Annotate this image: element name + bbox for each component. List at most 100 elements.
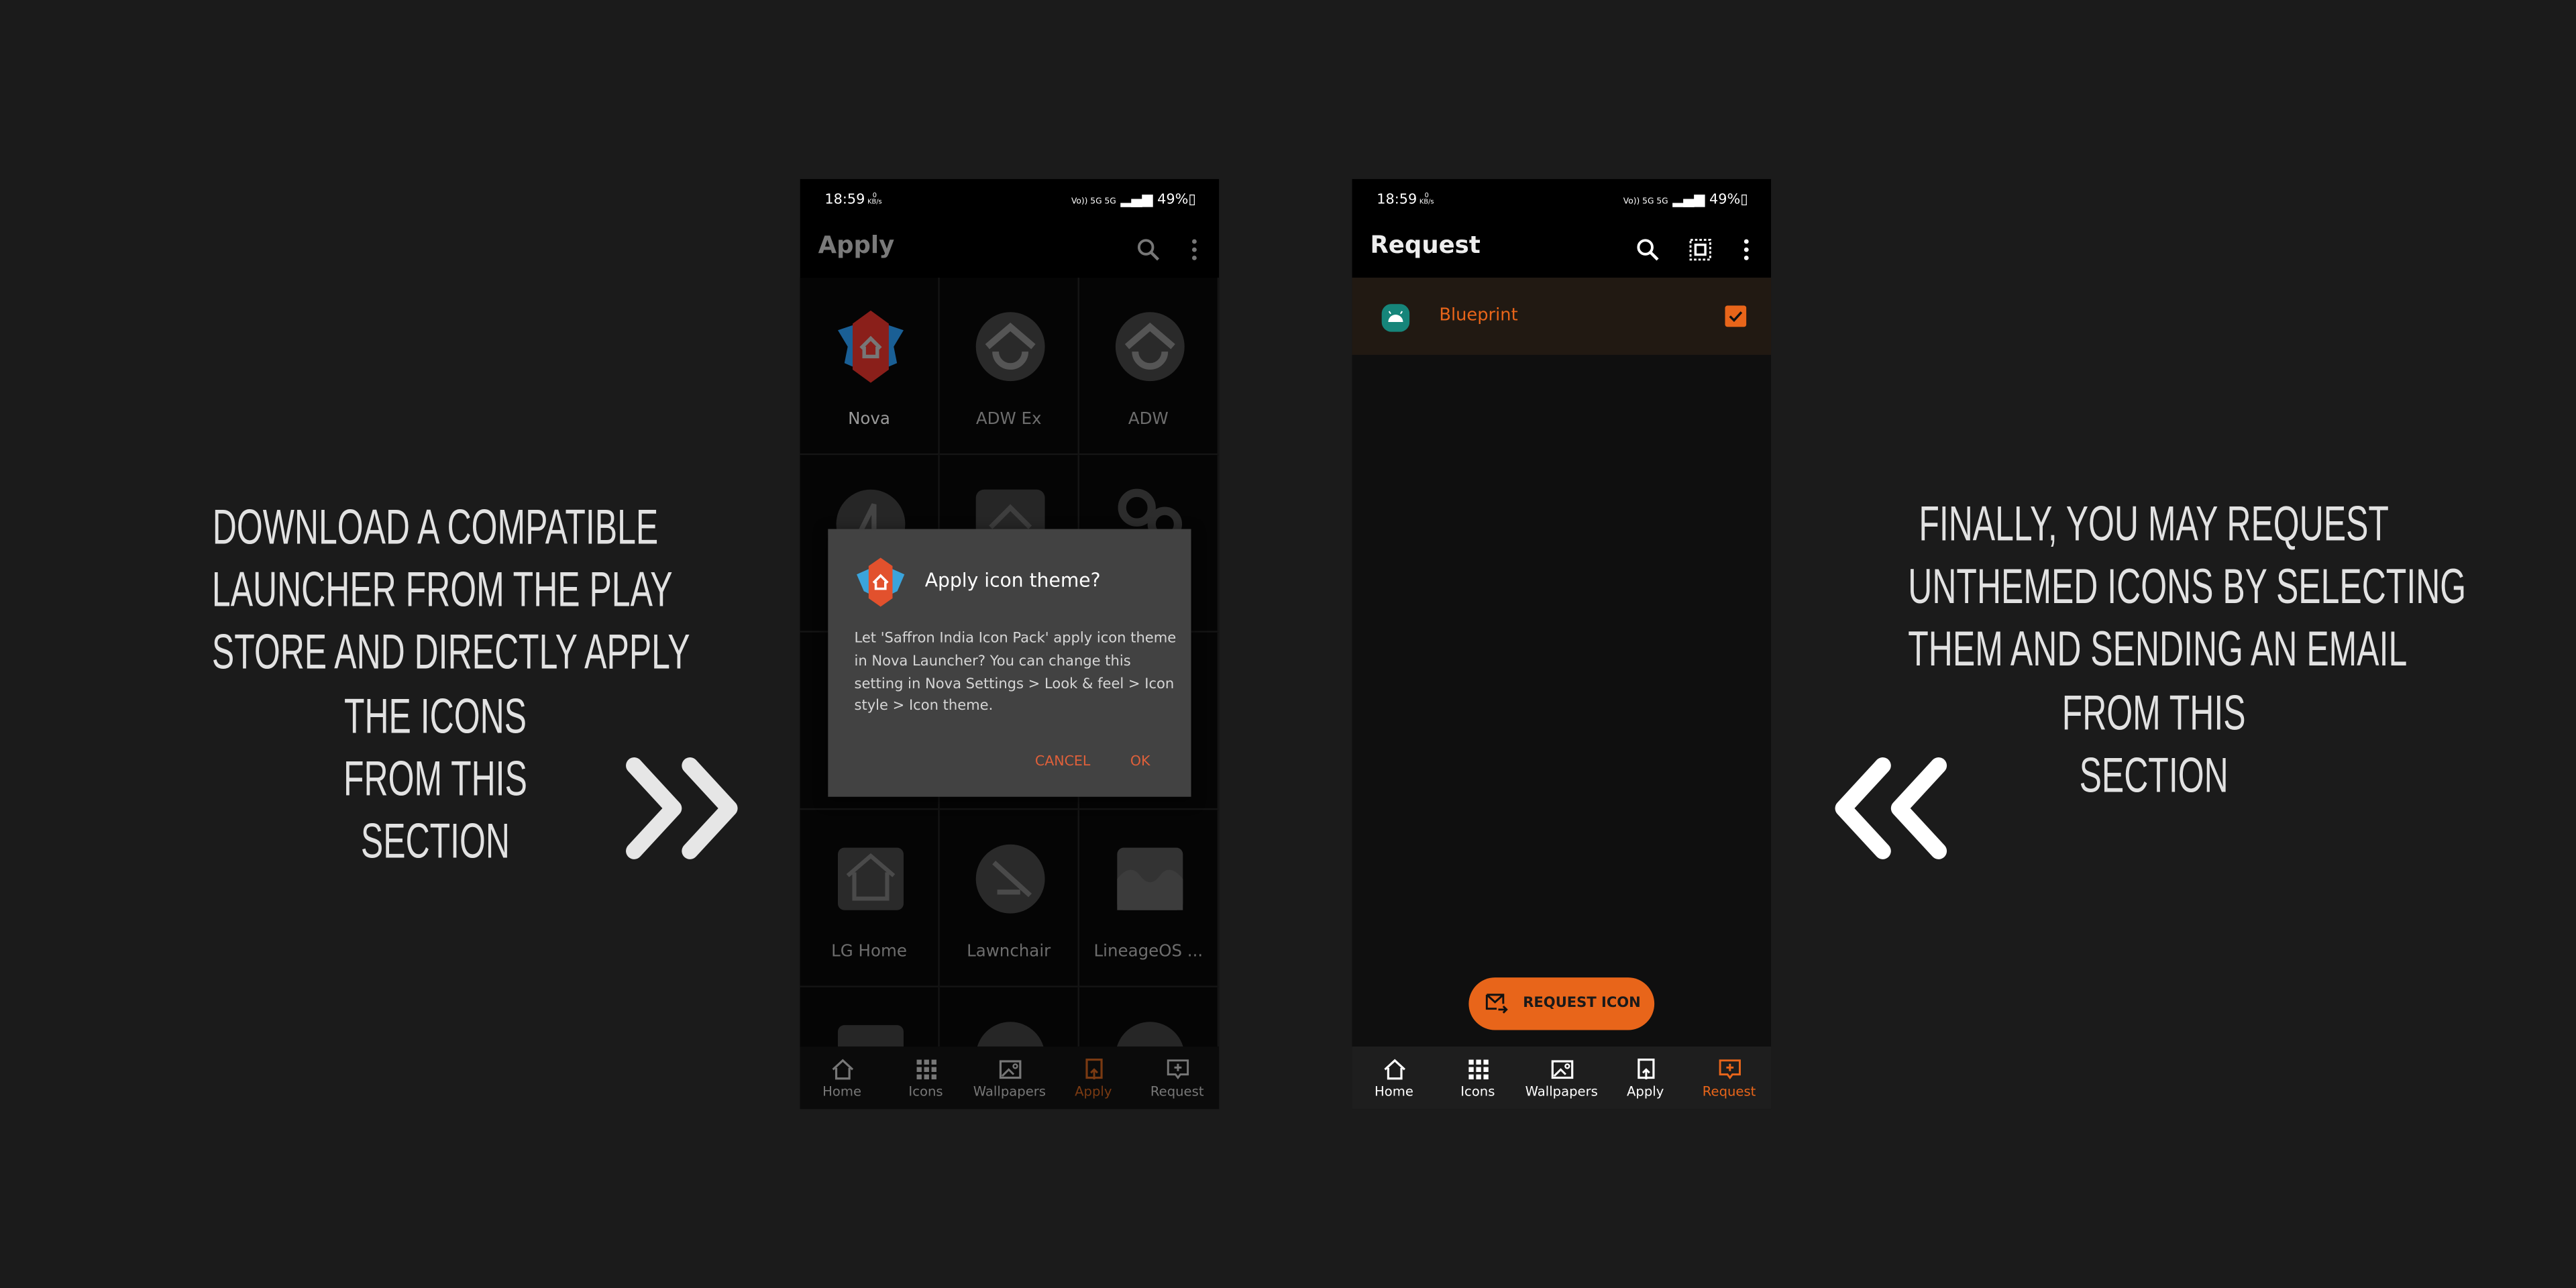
battery-icon: ▯ [1740, 192, 1748, 209]
tab-label: Icons [1460, 1084, 1495, 1099]
caption-line: DOWNLOAD A COMPATIBLE [212, 500, 659, 555]
tab-wallpapers[interactable]: Wallpapers [1519, 1046, 1603, 1109]
tab-label: Request [1150, 1084, 1204, 1099]
caption-line: FROM THIS [343, 752, 527, 806]
caption-line: FINALLY, YOU MAY REQUEST [1919, 498, 2389, 552]
tab-label: Apply [1627, 1084, 1664, 1099]
request-icon-button[interactable]: REQUEST ICON [1468, 977, 1655, 1030]
app-name: Blueprint [1439, 305, 1518, 325]
launcher-label: LG Home [831, 943, 907, 961]
launcher-lineageos[interactable]: LineageOS ... [1079, 810, 1220, 987]
grid-icon [1468, 1059, 1489, 1079]
double-chevron-right-icon [626, 757, 738, 859]
tab-icons[interactable]: Icons [884, 1046, 968, 1109]
request-icon [1167, 1059, 1189, 1079]
launcher-label: Nova [848, 411, 890, 429]
network-indicator: Vo)) 5G 5G [1623, 197, 1668, 207]
status-bar: 18:59 0 KB/s Vo)) 5G 5G ▂▄▆ 49%▯ [800, 179, 1219, 222]
tab-label: Home [822, 1084, 862, 1099]
caption-line: THEM AND SENDING AN EMAIL [1908, 623, 2408, 678]
tab-label: Request [1702, 1084, 1756, 1099]
email-send-icon [1485, 994, 1508, 1014]
tab-home[interactable]: Home [800, 1046, 884, 1109]
image-icon [999, 1060, 1022, 1079]
launcher-nova[interactable]: Nova [800, 277, 940, 455]
tab-wallpapers[interactable]: Wallpapers [967, 1046, 1051, 1109]
nova-launcher-icon [857, 557, 905, 607]
search-icon[interactable] [1635, 237, 1661, 263]
launcher-lawnchair[interactable]: Lawnchair [939, 810, 1079, 987]
app-bar: Apply [800, 222, 1219, 278]
app-bar: Request [1352, 222, 1771, 278]
launcher-adw[interactable]: ADW [1079, 277, 1220, 455]
checkbox-checked[interactable] [1725, 305, 1747, 327]
adw-ex-icon [975, 312, 1045, 382]
tab-label: Apply [1075, 1084, 1112, 1099]
status-time: 18:59 [824, 192, 865, 209]
signal-icon: ▂▄▆ [1120, 192, 1153, 209]
adw-icon [1115, 312, 1185, 382]
battery-level: 49% [1157, 192, 1189, 209]
apply-icon [1638, 1059, 1655, 1079]
apply-screen: 18:59 0 KB/s Vo)) 5G 5G ▂▄▆ 49%▯ Apply No… [800, 178, 1220, 1110]
tab-label: Icons [908, 1084, 943, 1099]
lawnchair-icon [975, 844, 1045, 914]
battery-level: 49% [1709, 192, 1741, 209]
list-item[interactable]: Blueprint [1352, 277, 1772, 355]
bottom-nav: Home Icons Wallpapers Apply Request [1352, 1046, 1772, 1110]
net-speed: 0 KB/s [1419, 191, 1434, 206]
cancel-button[interactable]: CANCEL [1035, 753, 1090, 769]
request-icon [1719, 1059, 1741, 1079]
tab-request[interactable]: Request [1687, 1046, 1771, 1109]
right-caption: FINALLY, YOU MAY REQUEST UNTHEMED ICONS … [1908, 494, 2467, 808]
double-chevron-left-icon [1835, 757, 1947, 859]
grid-icon [916, 1059, 936, 1079]
home-icon [832, 1059, 854, 1080]
caption-line: UNTHEMED ICONS BY SELECTING [1908, 560, 2467, 615]
request-icon-label: REQUEST ICON [1523, 996, 1641, 1012]
launcher-lg-home[interactable]: LG Home [800, 810, 940, 987]
apply-icon [1085, 1059, 1103, 1079]
launcher-label: ADW Ex [975, 411, 1042, 429]
caption-line: SECTION [360, 814, 511, 869]
caption-line: SECTION [2079, 749, 2229, 803]
android-app-icon [1381, 304, 1410, 332]
net-speed-unit: KB/s [867, 197, 882, 206]
apply-icon-theme-dialog: Apply icon theme? Let 'Saffron India Ico… [828, 529, 1191, 797]
home-icon [1384, 1059, 1405, 1080]
caption-line: FROM THIS [2061, 686, 2246, 741]
search-icon[interactable] [1135, 237, 1161, 263]
ok-button[interactable]: OK [1130, 753, 1150, 769]
tab-apply[interactable]: Apply [1051, 1046, 1135, 1109]
more-options-icon[interactable] [1181, 237, 1208, 263]
status-right: Vo)) 5G 5G ▂▄▆ 49%▯ [1071, 193, 1196, 209]
lg-home-icon [837, 847, 904, 910]
tab-home[interactable]: Home [1352, 1046, 1436, 1109]
tab-request[interactable]: Request [1135, 1046, 1219, 1109]
launcher-adw-ex[interactable]: ADW Ex [939, 277, 1079, 455]
net-speed-unit: KB/s [1419, 197, 1434, 206]
caption-line: STORE AND DIRECTLY APPLY [211, 626, 690, 681]
launcher-label: Lawnchair [967, 943, 1051, 961]
tab-apply[interactable]: Apply [1603, 1046, 1687, 1109]
tab-label: Wallpapers [973, 1084, 1046, 1099]
launcher-label: ADW [1128, 411, 1169, 429]
battery-icon: ▯ [1188, 192, 1196, 209]
signal-icon: ▂▄▆ [1672, 192, 1705, 209]
dialog-message: Let 'Saffron India Icon Pack' apply icon… [854, 631, 1177, 716]
tab-label: Wallpapers [1525, 1084, 1598, 1099]
launcher-label: LineageOS ... [1093, 943, 1203, 961]
bottom-nav: Home Icons Wallpapers Apply Request [800, 1046, 1220, 1110]
status-right: Vo)) 5G 5G ▂▄▆ 49%▯ [1623, 193, 1748, 209]
status-bar: 18:59 0 KB/s Vo)) 5G 5G ▂▄▆ 49%▯ [1352, 179, 1771, 222]
tab-icons[interactable]: Icons [1436, 1046, 1519, 1109]
net-speed: 0 KB/s [867, 191, 882, 206]
more-options-icon[interactable] [1733, 237, 1760, 263]
lineageos-icon [1117, 847, 1183, 910]
select-all-icon[interactable] [1687, 237, 1713, 263]
status-time: 18:59 [1377, 192, 1417, 209]
caption-line: LAUNCHER FROM THE PLAY [211, 564, 673, 619]
dialog-title: Apply icon theme? [924, 568, 1101, 592]
image-icon [1551, 1060, 1574, 1079]
page-title: Request [1370, 233, 1481, 260]
